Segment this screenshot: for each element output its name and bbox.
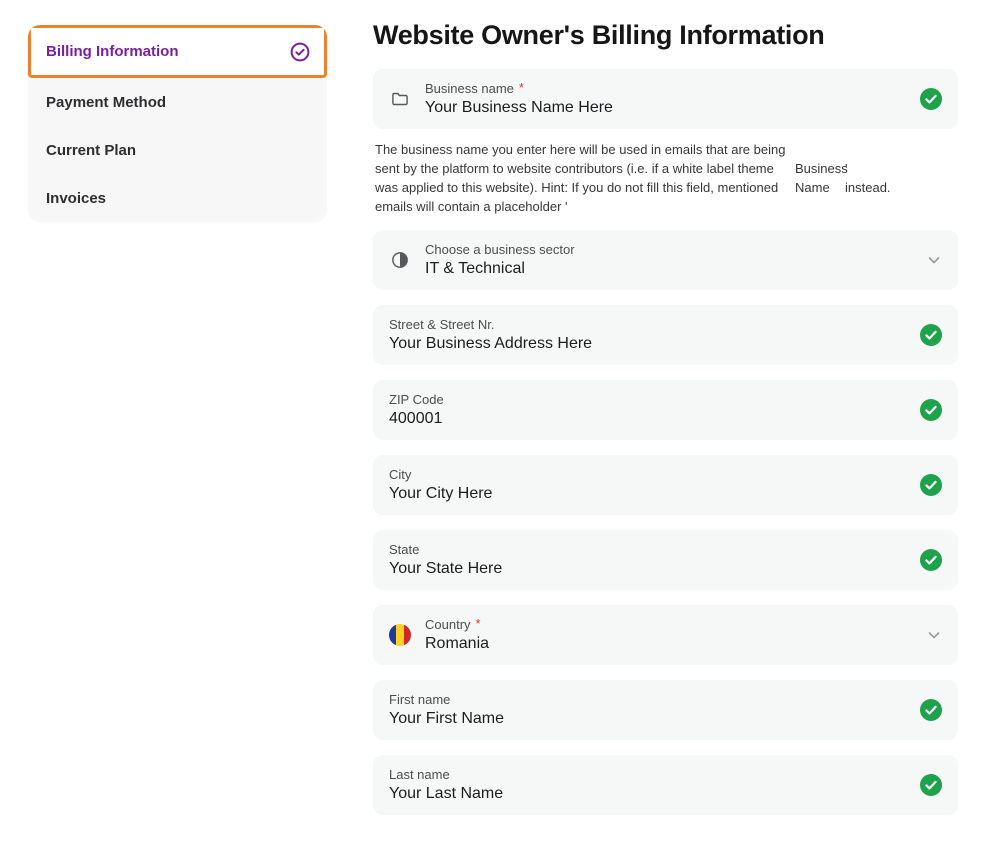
sidebar-item-label: Payment Method bbox=[46, 94, 166, 111]
field-value: IT & Technical bbox=[425, 259, 575, 279]
field-label: Business name bbox=[425, 80, 514, 97]
required-asterisk: * bbox=[476, 616, 481, 631]
business-sector-select[interactable]: Choose a business sector IT & Technical bbox=[373, 230, 958, 290]
field-value: Your Business Name Here bbox=[425, 98, 613, 118]
field-value: Your State Here bbox=[389, 559, 502, 579]
last-name-field[interactable]: Last name Your Last Name bbox=[373, 755, 958, 815]
field-label: Country bbox=[425, 616, 471, 633]
field-label: State bbox=[389, 541, 419, 558]
check-circle-outline-icon bbox=[290, 42, 310, 62]
field-value: Your First Name bbox=[389, 709, 504, 729]
check-circle-icon bbox=[920, 474, 942, 496]
business-name-help-text: The business name you enter here will be… bbox=[375, 140, 958, 218]
required-asterisk: * bbox=[519, 80, 524, 95]
field-label: Last name bbox=[389, 766, 450, 783]
check-circle-icon bbox=[920, 88, 942, 110]
sidebar-item-label: Billing Information bbox=[46, 43, 179, 60]
check-circle-icon bbox=[920, 699, 942, 721]
help-text-word: Name bbox=[795, 178, 848, 197]
sidebar-item-billing-information[interactable]: Billing Information bbox=[28, 25, 327, 78]
check-circle-icon bbox=[920, 324, 942, 346]
city-field[interactable]: City Your City Here bbox=[373, 455, 958, 515]
sidebar-item-payment-method[interactable]: Payment Method bbox=[28, 78, 327, 126]
field-value: Romania bbox=[425, 634, 489, 654]
page-title: Website Owner's Billing Information bbox=[373, 18, 958, 52]
chevron-down-icon[interactable] bbox=[926, 627, 942, 643]
field-value: 400001 bbox=[389, 409, 444, 429]
sidebar-item-label: Invoices bbox=[46, 190, 106, 207]
state-field[interactable]: State Your State Here bbox=[373, 530, 958, 590]
street-field[interactable]: Street & Street Nr. Your Business Addres… bbox=[373, 305, 958, 365]
romania-flag-icon bbox=[389, 624, 411, 646]
sidebar-item-invoices[interactable]: Invoices bbox=[28, 174, 327, 222]
billing-settings-sidebar: Billing Information Payment Method Curre… bbox=[28, 25, 327, 222]
help-text-word: instead. bbox=[845, 178, 891, 197]
country-select[interactable]: Country * Romania bbox=[373, 605, 958, 665]
help-text-word: ' bbox=[845, 159, 891, 178]
field-label: City bbox=[389, 466, 411, 483]
field-label: ZIP Code bbox=[389, 391, 444, 408]
field-label: First name bbox=[389, 691, 450, 708]
check-circle-icon bbox=[920, 774, 942, 796]
check-circle-icon bbox=[920, 399, 942, 421]
sidebar-item-label: Current Plan bbox=[46, 142, 136, 159]
field-value: Your Last Name bbox=[389, 784, 503, 804]
help-text-tail-words: ' instead. bbox=[845, 159, 891, 197]
field-value: Your Business Address Here bbox=[389, 334, 592, 354]
check-circle-icon bbox=[920, 549, 942, 571]
chevron-down-icon[interactable] bbox=[926, 252, 942, 268]
billing-information-form: Website Owner's Billing Information Busi… bbox=[373, 18, 958, 815]
field-label: Street & Street Nr. bbox=[389, 316, 495, 333]
sidebar-item-current-plan[interactable]: Current Plan bbox=[28, 126, 327, 174]
help-text-main: The business name you enter here will be… bbox=[375, 140, 799, 216]
help-text-word: Business bbox=[795, 159, 848, 178]
field-value: Your City Here bbox=[389, 484, 492, 504]
folder-icon bbox=[389, 89, 411, 109]
help-text-placeholder-words: Business Name bbox=[795, 159, 848, 197]
field-label: Choose a business sector bbox=[425, 241, 575, 258]
contrast-icon bbox=[389, 250, 411, 270]
zip-code-field[interactable]: ZIP Code 400001 bbox=[373, 380, 958, 440]
first-name-field[interactable]: First name Your First Name bbox=[373, 680, 958, 740]
billing-settings-page: Billing Information Payment Method Curre… bbox=[0, 0, 1000, 841]
business-name-field[interactable]: Business name * Your Business Name Here bbox=[373, 69, 958, 129]
